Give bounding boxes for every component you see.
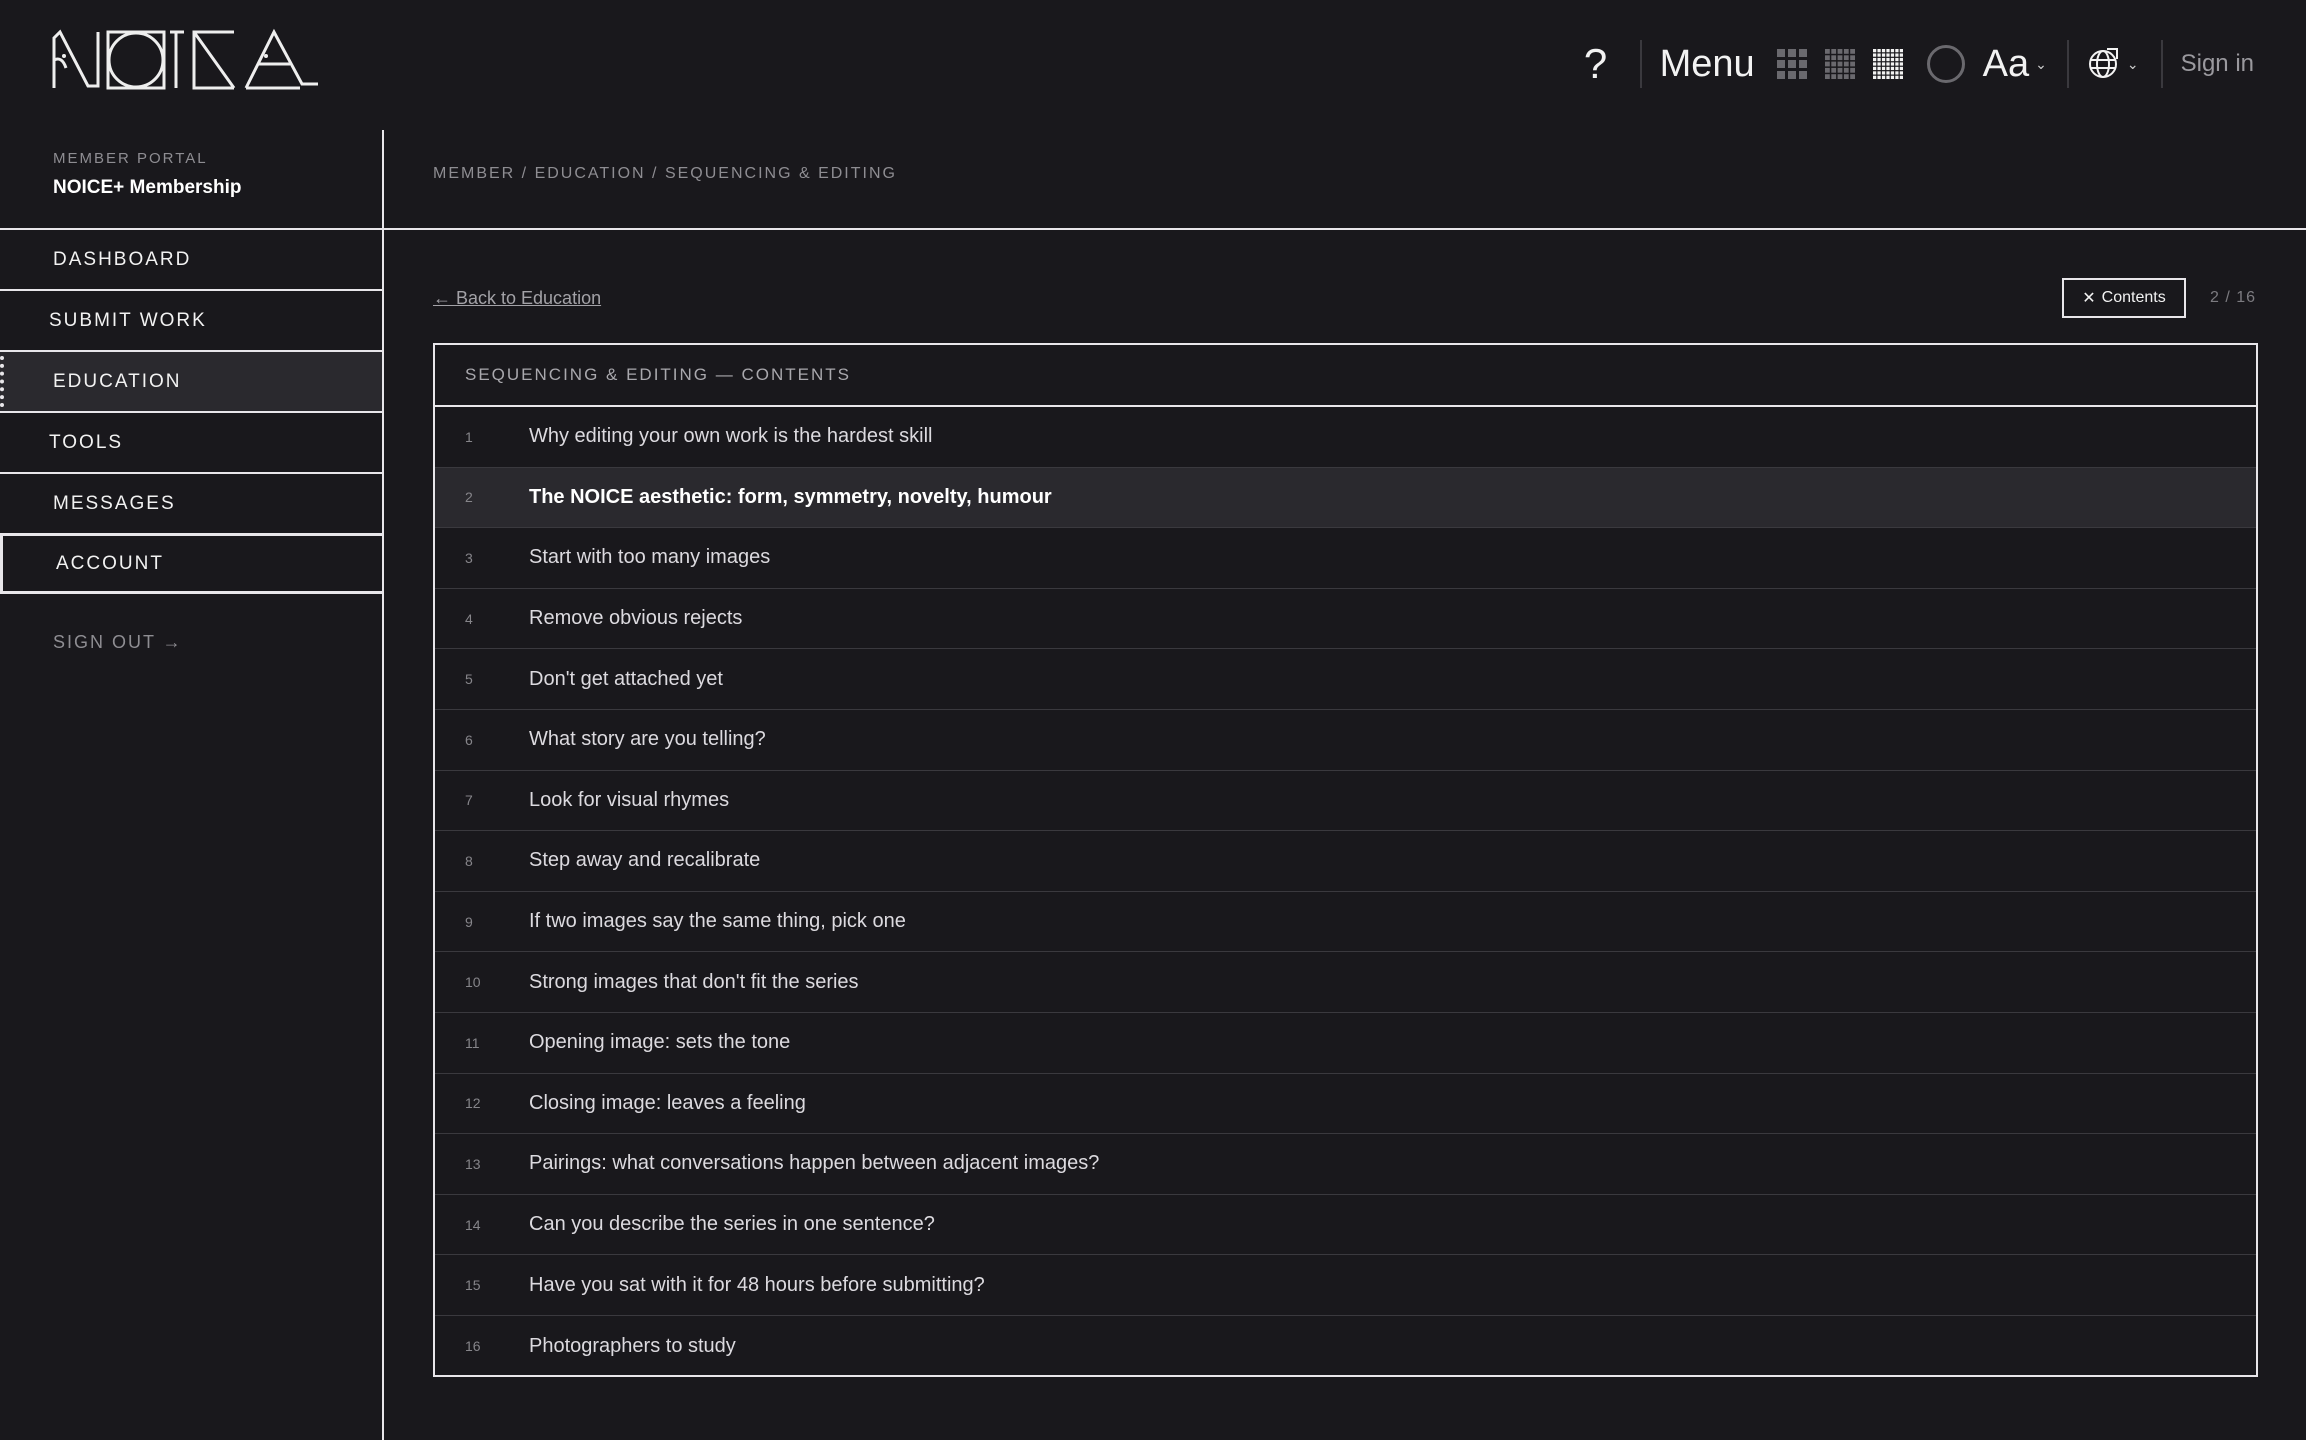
contents-item[interactable]: 10 Strong images that don't fit the serie…: [435, 952, 2256, 1013]
contents-item-number: 3: [465, 549, 473, 566]
globe-icon: [2088, 48, 2118, 78]
contents-item[interactable]: 11 Opening image: sets the tone: [435, 1013, 2256, 1074]
contents-item-number: 14: [465, 1216, 481, 1233]
header-toolbar: ? Menu Aa ⌄ ⌄ Sign in: [1576, 38, 2254, 90]
contents-item[interactable]: 8 Step away and recalibrate: [435, 831, 2256, 892]
breadcrumb: MEMBER / EDUCATION / SEQUENCING & EDITIN…: [433, 165, 897, 182]
back-to-education-link[interactable]: ← Back to Education: [433, 288, 601, 309]
sidebar: MEMBER PORTAL NOICE+ Membership DASHBOAR…: [0, 130, 384, 1440]
contents-item[interactable]: 9 If two images say the same thing, pick …: [435, 892, 2256, 953]
contents-item[interactable]: 5 Don't get attached yet: [435, 649, 2256, 710]
contents-item[interactable]: 13 Pairings: what conversations happen be…: [435, 1134, 2256, 1195]
divider: [384, 228, 2306, 230]
contents-item-number: 11: [465, 1034, 480, 1051]
contents-item[interactable]: 15 Have you sat with it for 48 hours befo…: [435, 1255, 2256, 1316]
contents-item-number: 12: [465, 1095, 481, 1112]
contents-item[interactable]: 3 Start with too many images: [435, 528, 2256, 589]
sidebar-item-account[interactable]: ACCOUNT: [0, 533, 382, 594]
contents-item-number: 7: [465, 792, 473, 809]
portal-name: NOICE+ Membership: [53, 177, 242, 198]
contents-item[interactable]: 16 Photographers to study: [435, 1316, 2256, 1377]
contents-item-title: Don't get attached yet: [529, 667, 723, 690]
sidebar-item-messages[interactable]: MESSAGES: [0, 472, 382, 533]
contents-panel: SEQUENCING & EDITING — CONTENTS 1 Why edi…: [433, 343, 2258, 1377]
contents-item-number: 4: [465, 610, 473, 627]
contents-item-number: 6: [465, 731, 473, 748]
contents-item[interactable]: 1 Why editing your own work is the hardes…: [435, 407, 2256, 468]
contents-item[interactable]: 6 What story are you telling?: [435, 710, 2256, 771]
contents-item[interactable]: 4 Remove obvious rejects: [435, 589, 2256, 650]
contents-item-number: 2: [465, 489, 473, 506]
contents-heading: SEQUENCING & EDITING — CONTENTS: [435, 345, 2256, 407]
language-button[interactable]: ⌄: [2087, 47, 2139, 81]
font-size-button[interactable]: Aa ⌄: [1983, 43, 2047, 86]
contents-item-number: 13: [465, 1155, 481, 1172]
contents-item-title: Can you describe the series in one sente…: [529, 1213, 935, 1236]
sign-out-link[interactable]: SIGN OUT →: [53, 632, 382, 653]
contents-item-title: Why editing your own work is the hardest…: [529, 425, 933, 448]
contents-item-title: Look for visual rhymes: [529, 788, 730, 811]
contents-item-title: If two images say the same thing, pick o…: [529, 910, 906, 933]
contents-item[interactable]: 2 The NOICE aesthetic: form, symmetry, no…: [435, 467, 2256, 529]
chevron-down-icon: ⌄: [2126, 55, 2139, 72]
contents-item-title: The NOICE aesthetic: form, symmetry, nov…: [529, 485, 1052, 508]
contents-item-title: Closing image: leaves a feeling: [529, 1091, 806, 1114]
contents-item-title: Photographers to study: [529, 1334, 736, 1357]
grid-medium-icon[interactable]: [1824, 49, 1855, 79]
close-icon: ✕: [2082, 290, 2096, 307]
menu-button[interactable]: Menu: [1660, 43, 1755, 86]
sidebar-item-dashboard[interactable]: DASHBOARD: [0, 228, 382, 289]
page-indicator: 2 / 16: [2210, 289, 2257, 306]
noice-logo[interactable]: [52, 28, 320, 90]
contents-item[interactable]: 14 Can you describe the series in one sen…: [435, 1195, 2256, 1256]
sidebar-item-education[interactable]: EDUCATION: [0, 350, 382, 411]
contents-item-number: 15: [465, 1277, 481, 1294]
contents-button-label: Contents: [2101, 289, 2166, 306]
top-header: ? Menu Aa ⌄ ⌄ Sign in: [0, 0, 2306, 130]
divider: [1639, 40, 1642, 88]
contents-item[interactable]: 7 Look for visual rhymes: [435, 771, 2256, 832]
help-button[interactable]: ?: [1576, 40, 1616, 88]
contents-item-title: Opening image: sets the tone: [529, 1031, 791, 1054]
contents-item-title: Start with too many images: [529, 546, 771, 569]
contents-list: 1 Why editing your own work is the hardes…: [435, 407, 2256, 1377]
contents-item-title: What story are you telling?: [529, 728, 766, 751]
sign-in-link[interactable]: Sign in: [2181, 50, 2254, 78]
contents-item-number: 5: [465, 671, 473, 688]
theme-toggle-circle-icon[interactable]: [1926, 45, 1965, 83]
font-size-label: Aa: [1982, 42, 2030, 85]
divider: [2066, 40, 2069, 88]
contents-item-title: Have you sat with it for 48 hours before…: [529, 1273, 985, 1296]
divider: [2160, 40, 2163, 88]
contents-toggle-button[interactable]: ✕ Contents: [2062, 278, 2186, 318]
contents-item-title: Strong images that don't fit the series: [529, 970, 859, 993]
contents-item-number: 1: [465, 428, 473, 445]
contents-item-number: 16: [465, 1338, 481, 1355]
portal-header: MEMBER PORTAL NOICE+ Membership: [0, 130, 382, 228]
grid-large-icon[interactable]: [1872, 49, 1903, 79]
grid-small-icon[interactable]: [1776, 49, 1807, 79]
contents-item[interactable]: 12 Closing image: leaves a feeling: [435, 1074, 2256, 1135]
contents-item-title: Step away and recalibrate: [529, 849, 761, 872]
chevron-down-icon: ⌄: [2035, 55, 2047, 72]
portal-label: MEMBER PORTAL: [53, 150, 208, 167]
sidebar-item-tools[interactable]: TOOLS: [0, 411, 382, 472]
sidebar-item-submit-work[interactable]: SUBMIT WORK: [0, 289, 382, 350]
contents-item-number: 9: [465, 913, 473, 930]
contents-item-number: 10: [465, 974, 481, 991]
contents-item-title: Pairings: what conversations happen betw…: [529, 1152, 1100, 1175]
contents-item-title: Remove obvious rejects: [529, 607, 743, 630]
contents-item-number: 8: [465, 852, 473, 869]
